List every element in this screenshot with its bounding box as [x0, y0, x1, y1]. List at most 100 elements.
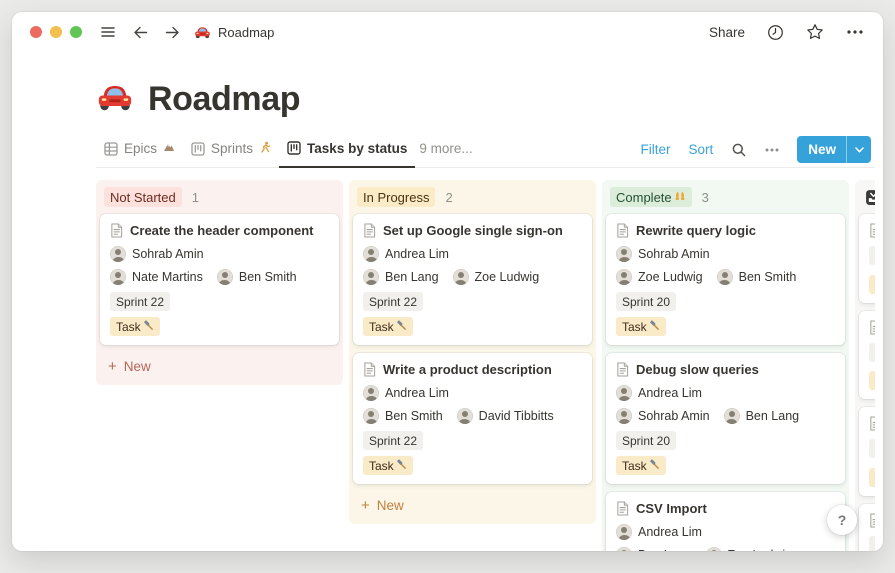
share-button[interactable]: Share: [709, 25, 745, 40]
task-card[interactable]: Debug slow queries Andrea Lim Sohrab Ami…: [606, 353, 845, 484]
assignee-name: Ben Smith: [385, 409, 443, 423]
minimize-window-button[interactable]: [50, 26, 62, 38]
tab-epics[interactable]: Epics: [96, 138, 183, 168]
chevron-down-icon[interactable]: [847, 136, 871, 163]
task-card[interactable]: Create the header component Sohrab Amin …: [100, 214, 339, 345]
forward-arrow-icon[interactable]: [162, 22, 182, 42]
assignee-row: Andrea Lim: [363, 385, 582, 401]
sprint-badge[interactable]: S: [869, 246, 875, 265]
task-card[interactable]: Rewrite query logic Sohrab Amin Zoe Ludw…: [606, 214, 845, 345]
breadcrumb-doc-title[interactable]: Roadmap: [218, 25, 274, 40]
page-icon: [616, 362, 629, 377]
search-icon[interactable]: [731, 142, 747, 158]
star-icon[interactable]: [805, 22, 825, 42]
back-arrow-icon[interactable]: [130, 22, 150, 42]
assignee-name: Ben Lang: [638, 548, 692, 551]
task-tag-badge[interactable]: Task: [363, 317, 413, 336]
sprint-badge[interactable]: Sprint 20: [616, 292, 677, 311]
avatar: [616, 524, 632, 540]
avatar: [716, 269, 733, 285]
column-complete: Complete 3 Rewrite query logic Sohrab Am…: [602, 180, 849, 551]
assignee-row: Andrea Lim: [616, 385, 835, 401]
table-icon: [104, 141, 118, 156]
card-title: CSV Import: [636, 501, 707, 516]
column-status-badge[interactable]: In Progress: [357, 187, 436, 207]
avatar: [216, 269, 233, 285]
board-icon: [191, 141, 205, 156]
avatar: [363, 408, 379, 424]
hammer-emoji: [143, 319, 154, 334]
column-in-progress: In Progress 2 Set up Google single sign-…: [349, 180, 596, 524]
hamburger-menu-icon[interactable]: [98, 22, 118, 42]
task-card[interactable]: Write a product description Andrea Lim B…: [353, 353, 592, 484]
avatar: [363, 269, 379, 285]
assignee-name: Ben Smith: [738, 270, 797, 284]
avatar: [616, 547, 632, 551]
window-titlebar: Roadmap Share: [12, 12, 883, 52]
more-views-button[interactable]: 9 more...: [415, 138, 480, 168]
assignee-name: Sohrab Amin: [638, 409, 710, 423]
red-car-emoji: [192, 22, 212, 42]
assignee-name: Zoe Ludwig: [728, 548, 793, 551]
task-card[interactable]: S: [859, 407, 875, 496]
sprint-badge[interactable]: Sprint 20: [616, 431, 677, 450]
card-title: Create the header component: [130, 223, 314, 238]
new-button[interactable]: New: [797, 136, 871, 163]
new-card-button[interactable]: + New: [353, 492, 592, 520]
avatar: [705, 547, 722, 551]
sort-button[interactable]: Sort: [688, 142, 713, 157]
task-tag-badge[interactable]: [869, 274, 875, 294]
notion-app-window: Roadmap Share Roadmap Epics Sprints Task…: [12, 12, 883, 551]
task-tag-badge[interactable]: [869, 467, 875, 487]
sprint-badge[interactable]: S: [869, 535, 875, 551]
avatar: [616, 246, 632, 262]
page-header: Roadmap: [96, 76, 875, 122]
more-icon[interactable]: [845, 22, 865, 42]
task-card[interactable]: CSV Import Andrea Lim Ben Lang Zoe Ludwi…: [606, 492, 845, 551]
kanban-board: Not Started 1 Create the header componen…: [96, 180, 875, 551]
assignee-row: Sohrab Amin: [110, 246, 329, 262]
assignee-row: Andrea Lim: [616, 524, 835, 540]
avatar: [723, 408, 740, 424]
sprint-badge[interactable]: Sprint 22: [363, 292, 424, 311]
tab-sprints[interactable]: Sprints: [183, 138, 279, 168]
task-tag-badge[interactable]: Task: [616, 317, 666, 336]
card-title: Write a product description: [383, 362, 552, 377]
view-controls: Filter Sort New: [640, 136, 871, 169]
page-icon: [616, 223, 629, 238]
assignee-row: Nate Martins Ben Smith: [110, 269, 329, 285]
sprint-badge[interactable]: S: [869, 439, 875, 458]
hammer-emoji: [649, 458, 660, 473]
hammer-emoji: [649, 319, 660, 334]
assignee-name: Andrea Lim: [638, 386, 702, 400]
column-status-badge[interactable]: Complete: [610, 187, 692, 207]
inbox-icon: [865, 189, 875, 206]
sprint-badge[interactable]: Sprint 22: [363, 431, 424, 450]
task-card[interactable]: S: [859, 310, 875, 399]
column-count: 2: [445, 189, 453, 205]
task-tag-badge[interactable]: Task: [110, 317, 160, 336]
column-status-badge[interactable]: Not Started: [104, 187, 182, 207]
clock-icon[interactable]: [765, 22, 785, 42]
sprint-badge[interactable]: S: [869, 342, 875, 362]
tab-tasks-by-status[interactable]: Tasks by status: [279, 138, 416, 168]
task-tag-badge[interactable]: [869, 371, 875, 390]
close-window-button[interactable]: [30, 26, 42, 38]
avatar: [363, 385, 379, 401]
sprint-badge[interactable]: Sprint 22: [110, 292, 171, 311]
card-title: Rewrite query logic: [636, 223, 756, 238]
new-card-button[interactable]: + New: [100, 353, 339, 381]
filter-button[interactable]: Filter: [640, 142, 670, 157]
more-icon[interactable]: [765, 148, 779, 152]
column-partial: S S: [855, 180, 875, 551]
task-card[interactable]: S: [859, 214, 875, 303]
assignee-name: Andrea Lim: [638, 525, 702, 539]
board-icon: [287, 141, 301, 155]
task-tag-badge[interactable]: Task: [616, 456, 666, 475]
task-card[interactable]: S: [859, 503, 875, 551]
zoom-window-button[interactable]: [70, 26, 82, 38]
card-title: Set up Google single sign-on: [383, 223, 563, 238]
task-card[interactable]: Set up Google single sign-on Andrea Lim …: [353, 214, 592, 345]
task-tag-badge[interactable]: Task: [363, 456, 413, 475]
help-button[interactable]: ?: [827, 505, 857, 535]
